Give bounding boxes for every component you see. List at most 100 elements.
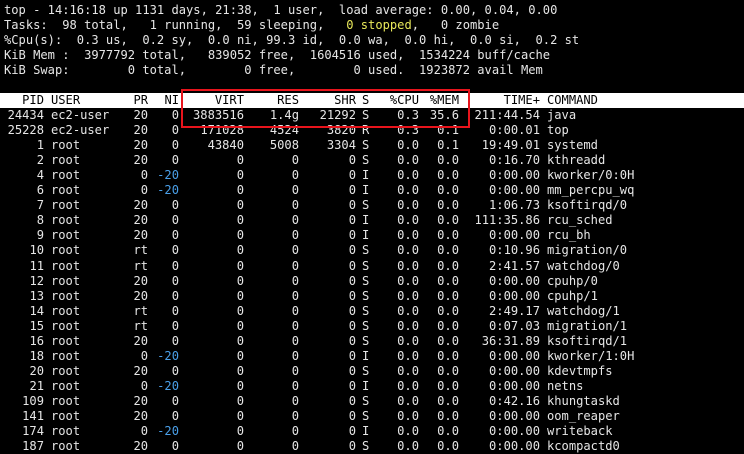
table-row[interactable]: 8 root 20 0 0 0 0 I 0.0 0.0 111:35.86 rcu_sched bbox=[0, 213, 744, 228]
cell-mem: 0.0 bbox=[437, 303, 459, 318]
cell-res: 0 bbox=[291, 258, 299, 273]
cell-pid: 24434 bbox=[7, 108, 44, 122]
cell-res: 0 bbox=[291, 183, 299, 198]
cell-mem: 0.0 bbox=[437, 409, 459, 423]
cell-time: 0:07.03 bbox=[489, 318, 540, 333]
header-command[interactable]: COMMAND bbox=[547, 93, 742, 107]
cell-pr: 20 bbox=[133, 409, 148, 423]
cell-user: root bbox=[51, 424, 81, 439]
cell-command: kworker/0:0H bbox=[547, 168, 635, 183]
table-row[interactable]: 109 root 20 0 0 0 0 S 0.0 0.0 0:42.16 khungtaskd bbox=[0, 394, 744, 409]
cell-pr: 20 bbox=[133, 198, 148, 213]
table-row[interactable]: 9 root 20 0 0 0 0 I 0.0 0.0 0:00.00 rcu_bh bbox=[0, 228, 744, 243]
cell-pr: 0 bbox=[140, 348, 148, 363]
cell-ni: 0 bbox=[171, 108, 179, 122]
cell-user: root bbox=[51, 348, 81, 363]
cell-command: migration/0 bbox=[547, 243, 628, 258]
table-row[interactable]: 16 root 20 0 0 0 0 S 0.0 0.0 36:31.89 ksoftirqd/1 bbox=[0, 334, 744, 349]
cell-command: kworker/1:0H bbox=[547, 348, 635, 363]
cell-pid: 6 bbox=[36, 183, 44, 198]
cell-ni: -20 bbox=[157, 378, 179, 393]
header-ni[interactable]: NI bbox=[152, 93, 179, 107]
cell-mem: 0.0 bbox=[437, 183, 459, 198]
table-row[interactable]: 6 root 0 -20 0 0 0 I 0.0 0.0 0:00.00 mm_percpu_wq bbox=[0, 183, 744, 198]
table-row[interactable]: 187 root 20 0 0 0 0 S 0.0 0.0 0:00.00 kcompactd0 bbox=[0, 439, 744, 454]
cell-pr: 20 bbox=[133, 138, 148, 153]
table-row[interactable]: 20 root 20 0 0 0 0 S 0.0 0.0 0:00.00 kdevtmpfs bbox=[0, 364, 744, 379]
header-time[interactable]: TIME+ bbox=[461, 93, 540, 107]
table-row[interactable]: 14 root rt 0 0 0 0 S 0.0 0.0 2:49.17 watchdog/1 bbox=[0, 304, 744, 319]
cell-cpu: 0.0 bbox=[397, 378, 419, 393]
cell-cpu: 0.0 bbox=[397, 439, 419, 454]
cell-s: I bbox=[362, 378, 370, 393]
cell-res: 5008 bbox=[269, 138, 299, 153]
cell-user: root bbox=[51, 198, 81, 213]
table-row[interactable]: 174 root 0 -20 0 0 0 I 0.0 0.0 0:00.00 writeback bbox=[0, 424, 744, 439]
cell-pr: rt bbox=[133, 318, 148, 333]
table-row[interactable]: 18 root 0 -20 0 0 0 I 0.0 0.0 0:00.00 kworker/1:0H bbox=[0, 349, 744, 364]
cell-pid: 14 bbox=[29, 303, 44, 318]
cell-mem: 0.0 bbox=[437, 348, 459, 363]
table-row[interactable]: 13 root 20 0 0 0 0 S 0.0 0.0 0:00.00 cpuhp/1 bbox=[0, 289, 744, 304]
cell-cpu: 0.0 bbox=[397, 409, 419, 423]
cell-shr: 0 bbox=[348, 213, 356, 228]
cell-command: systemd bbox=[547, 138, 598, 153]
cell-command: watchdog/1 bbox=[547, 303, 620, 318]
cell-user: root bbox=[51, 333, 81, 348]
cell-virt: 0 bbox=[236, 348, 244, 363]
cell-ni: 0 bbox=[171, 258, 179, 273]
cell-mem: 0.0 bbox=[437, 228, 459, 243]
cell-user: root bbox=[51, 439, 81, 454]
cell-shr: 0 bbox=[348, 424, 356, 439]
cell-shr: 0 bbox=[348, 273, 356, 288]
cell-s: S bbox=[362, 258, 370, 273]
cell-ni: 0 bbox=[171, 333, 179, 348]
cell-virt: 0 bbox=[236, 439, 244, 454]
cell-pid: 1 bbox=[36, 138, 44, 153]
cell-res: 0 bbox=[291, 378, 299, 393]
cell-cpu: 0.0 bbox=[397, 318, 419, 333]
cell-s: S bbox=[362, 333, 370, 348]
cell-s: S bbox=[362, 409, 370, 423]
cell-virt: 0 bbox=[236, 213, 244, 228]
cell-res: 0 bbox=[291, 393, 299, 408]
cell-s: S bbox=[362, 138, 370, 153]
cell-mem: 0.0 bbox=[437, 333, 459, 348]
table-row[interactable]: 1 root 20 0 43840 5008 3304 S 0.0 0.1 19:49.01 syst… bbox=[0, 138, 744, 153]
cell-ni: 0 bbox=[171, 243, 179, 258]
cell-shr: 0 bbox=[348, 258, 356, 273]
cell-res: 0 bbox=[291, 273, 299, 288]
cell-mem: 0.0 bbox=[437, 258, 459, 273]
cell-user: root bbox=[51, 363, 81, 378]
cell-command: kcompactd0 bbox=[547, 439, 620, 454]
cell-virt: 0 bbox=[236, 363, 244, 378]
cell-time: 2:41.57 bbox=[489, 258, 540, 273]
cell-time: 0:00.00 bbox=[489, 183, 540, 198]
table-row[interactable]: 4 root 0 -20 0 0 0 I 0.0 0.0 0:00.00 kworker/0:0H bbox=[0, 168, 744, 183]
header-pr[interactable]: PR bbox=[124, 93, 148, 107]
cell-pid: 109 bbox=[22, 393, 44, 408]
tasks-stopped: 0 stopped bbox=[346, 18, 412, 32]
header-user[interactable]: USER bbox=[51, 93, 121, 107]
cell-ni: -20 bbox=[157, 183, 179, 198]
cell-time: 0:00.00 bbox=[489, 409, 540, 423]
cell-command: mm_percpu_wq bbox=[547, 183, 635, 198]
cell-time: 0:00.00 bbox=[489, 424, 540, 439]
table-row[interactable]: 10 root rt 0 0 0 0 S 0.0 0.0 0:10.96 migration/0 bbox=[0, 243, 744, 258]
header-pid[interactable]: PID bbox=[0, 93, 44, 107]
table-row[interactable]: 12 root 20 0 0 0 0 S 0.0 0.0 0:00.00 cpuhp/0 bbox=[0, 274, 744, 289]
cell-time: 0:00.00 bbox=[489, 439, 540, 454]
table-row[interactable]: 15 root rt 0 0 0 0 S 0.0 0.0 0:07.03 migration/1 bbox=[0, 319, 744, 334]
cell-ni: 0 bbox=[171, 153, 179, 168]
cell-pr: 20 bbox=[133, 108, 148, 122]
terminal-window[interactable]: { "summary": { "line1": "top - 14:16:18 … bbox=[0, 0, 744, 453]
table-row[interactable]: 7 root 20 0 0 0 0 S 0.0 0.0 1:06.73 ksoftirqd/0 bbox=[0, 198, 744, 213]
table-row[interactable]: 21 root 0 -20 0 0 0 I 0.0 0.0 0:00.00 netns bbox=[0, 379, 744, 394]
cell-shr: 0 bbox=[348, 439, 356, 454]
table-row[interactable]: 141 root 20 0 0 0 0 S 0.0 0.0 0:00.00 oom_reaper bbox=[0, 409, 744, 424]
table-row[interactable]: 11 root rt 0 0 0 0 S 0.0 0.0 2:41.57 watchdog/0 bbox=[0, 259, 744, 274]
table-row[interactable]: 2 root 20 0 0 0 0 S 0.0 0.0 0:16.70 kthreadd bbox=[0, 153, 744, 168]
cell-time: 0:00.00 bbox=[489, 288, 540, 303]
cell-mem: 0.0 bbox=[437, 424, 459, 439]
cell-s: S bbox=[362, 439, 370, 454]
